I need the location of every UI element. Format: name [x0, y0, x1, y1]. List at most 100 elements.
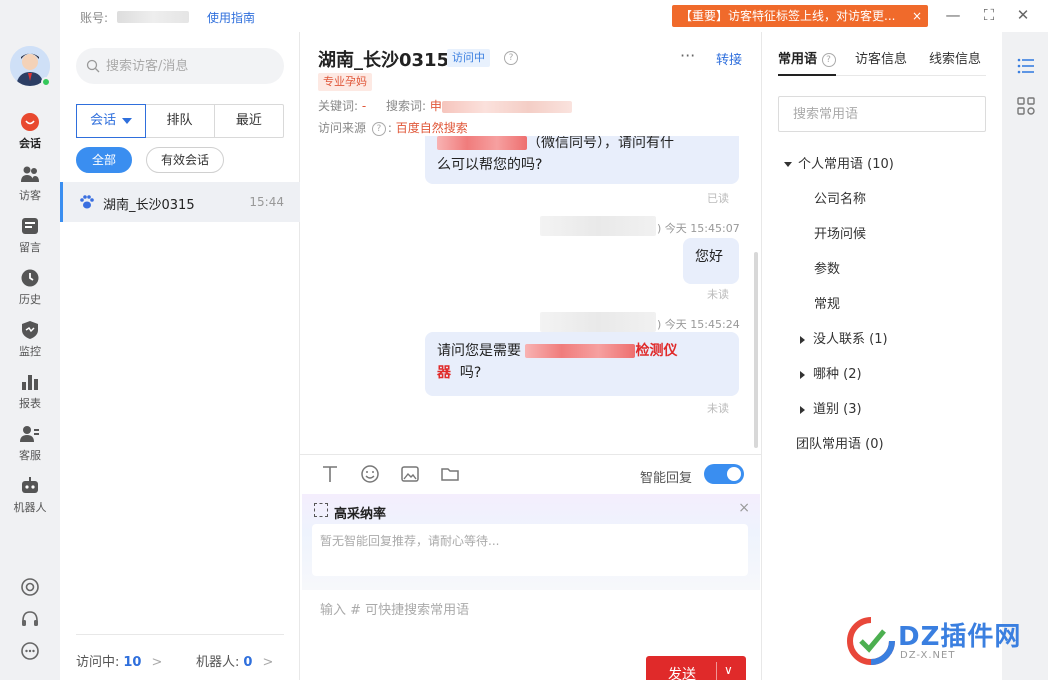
- tab-quick-replies[interactable]: 常用语 ?: [778, 48, 836, 76]
- apps-grid-icon[interactable]: [1016, 96, 1036, 116]
- robot-label: 机器人:: [196, 655, 240, 670]
- nav-item-robot[interactable]: 机器人: [0, 476, 60, 522]
- tab-queue[interactable]: 排队: [145, 105, 215, 137]
- chat-panel: 湖南_长沙0315 访问中 ? ··· 转接 专业孕妈 关键词: - 搜索词: …: [300, 32, 762, 680]
- nav-item-visitors[interactable]: 访客: [0, 164, 60, 210]
- message-line: 请问您是需要 检测仪: [437, 340, 727, 362]
- nav-label: 客服: [19, 449, 41, 462]
- send-button[interactable]: 发送 ∨: [646, 656, 746, 680]
- tree-leaf-item[interactable]: 参数: [814, 258, 840, 277]
- visiting-count: 10: [123, 655, 142, 670]
- tree-group-personal[interactable]: 个人常用语 (10): [784, 153, 894, 172]
- left-nav-rail: 会话 访客 留言 历史 监控 报表 客服 机器人: [0, 0, 60, 680]
- tree-group-team[interactable]: 团队常用语 (0): [796, 433, 884, 452]
- send-label: 发送: [668, 667, 696, 680]
- close-window-button[interactable]: ✕: [1014, 6, 1032, 24]
- help-icon[interactable]: ?: [371, 121, 386, 136]
- search-icon: [86, 59, 100, 73]
- tab-recent[interactable]: 最近: [215, 105, 283, 137]
- visitor-search-input[interactable]: [106, 56, 276, 76]
- nav-label: 会话: [19, 137, 41, 150]
- notice-close-button[interactable]: ×: [912, 5, 922, 27]
- redacted-text: [437, 136, 527, 150]
- search-word-prefix: 申: [429, 99, 442, 113]
- conversation-tabs: 会话 排队 最近: [76, 104, 284, 138]
- target-icon[interactable]: [20, 577, 40, 597]
- composer-toolbar: 智能回复: [300, 454, 762, 492]
- smart-reply-label: 智能回复: [640, 471, 693, 486]
- smart-reply-toggle[interactable]: [704, 464, 744, 484]
- nav-item-history[interactable]: 历史: [0, 268, 60, 314]
- text-format-icon[interactable]: [320, 464, 340, 484]
- chevron-down-icon: [122, 117, 133, 124]
- tree-label: 哪种 (2): [813, 367, 862, 382]
- clock-icon: [21, 269, 39, 287]
- transfer-button[interactable]: 转接: [716, 49, 742, 68]
- message-list: （微信同号），请问有什 么可以帮您的吗? 已读 ) 今天 15:45:07 您好…: [300, 136, 762, 454]
- tree-subgroup[interactable]: 哪种 (2): [800, 363, 862, 382]
- visitor-search-box[interactable]: [76, 48, 284, 84]
- help-icon[interactable]: ?: [821, 52, 836, 67]
- message-text: 您好: [695, 249, 723, 265]
- search-word-redacted: [441, 100, 572, 113]
- maximize-button[interactable]: ⛶: [980, 6, 998, 24]
- nav-item-conversations[interactable]: 会话: [0, 112, 60, 158]
- minimize-button[interactable]: —: [944, 6, 962, 24]
- nav-item-reports[interactable]: 报表: [0, 372, 60, 418]
- quick-reply-search-input[interactable]: [778, 96, 986, 132]
- conversation-row[interactable]: 湖南_长沙0315 15:44: [60, 182, 300, 222]
- account-label: 账号:: [80, 11, 109, 25]
- filter-chip-all[interactable]: 全部: [76, 147, 132, 173]
- watermark-subtext: DZ-X.NET: [900, 650, 956, 661]
- tree-subgroup[interactable]: 没人联系 (1): [800, 328, 888, 347]
- status-badge: 访问中: [447, 49, 490, 67]
- tab-label: 会话: [90, 113, 117, 128]
- site-watermark: DZ插件网 DZ-X.NET: [846, 612, 1042, 672]
- more-options-button[interactable]: ···: [680, 46, 695, 65]
- keyword-value: -: [361, 99, 367, 113]
- guide-link[interactable]: 使用指南: [207, 9, 255, 26]
- nav-item-messages[interactable]: 留言: [0, 216, 60, 262]
- source-value: 百度自然搜索: [395, 121, 468, 135]
- tree-leaf-item[interactable]: 开场问候: [814, 223, 866, 242]
- headset-icon[interactable]: [20, 609, 40, 629]
- message-input[interactable]: [320, 598, 740, 622]
- visitor-tag: 专业孕妈: [318, 73, 372, 91]
- tab-visitor-info[interactable]: 访客信息: [855, 48, 907, 76]
- chevron-right-icon: >: [262, 655, 274, 670]
- baidu-paw-icon: [80, 195, 94, 209]
- send-divider: [716, 662, 717, 680]
- message-scrollbar[interactable]: [754, 252, 758, 448]
- list-icon[interactable]: [1016, 56, 1036, 76]
- bar-chart-icon: [22, 375, 38, 390]
- chevron-right-icon: [800, 370, 805, 379]
- nav-item-monitor[interactable]: 监控: [0, 320, 60, 366]
- nav-item-agents[interactable]: 客服: [0, 424, 60, 470]
- emoji-icon[interactable]: [360, 464, 380, 484]
- chevron-down-icon[interactable]: ∨: [724, 663, 733, 677]
- quick-reply-panel: 常用语 ? 访客信息 线索信息 个人常用语 (10) 公司名称 开场问候 参数 …: [762, 32, 1002, 680]
- shield-icon: [22, 321, 38, 339]
- help-icon[interactable]: ?: [504, 51, 518, 65]
- chevron-down-icon: [784, 162, 792, 167]
- nav-label: 访客: [19, 189, 41, 202]
- robot-count-link[interactable]: 机器人: 0 >: [196, 651, 273, 670]
- chat-bubble-icon: [21, 113, 39, 131]
- tree-subgroup[interactable]: 道别 (3): [800, 398, 862, 417]
- folder-icon[interactable]: [440, 464, 460, 484]
- tree-leaf-item[interactable]: 常规: [814, 293, 840, 312]
- notice-banner[interactable]: 【重要】访客特征标签上线，对访客更... ×: [672, 5, 928, 27]
- sender-redacted: [540, 312, 656, 332]
- nav-label: 留言: [19, 241, 41, 254]
- visiting-count-link[interactable]: 访问中: 10 >: [76, 651, 162, 670]
- tree-leaf-item[interactable]: 公司名称: [814, 188, 866, 207]
- online-status-dot: [41, 77, 51, 87]
- filter-chip-valid-sessions[interactable]: 有效会话: [146, 147, 224, 173]
- tab-lead-info[interactable]: 线索信息: [929, 48, 981, 76]
- tab-conversations[interactable]: 会话: [76, 104, 147, 138]
- chevron-right-icon: [800, 405, 805, 414]
- image-icon[interactable]: [400, 464, 420, 484]
- recommend-close-button[interactable]: ×: [738, 500, 750, 516]
- visitors-icon: [21, 166, 39, 182]
- more-icon[interactable]: [20, 641, 40, 661]
